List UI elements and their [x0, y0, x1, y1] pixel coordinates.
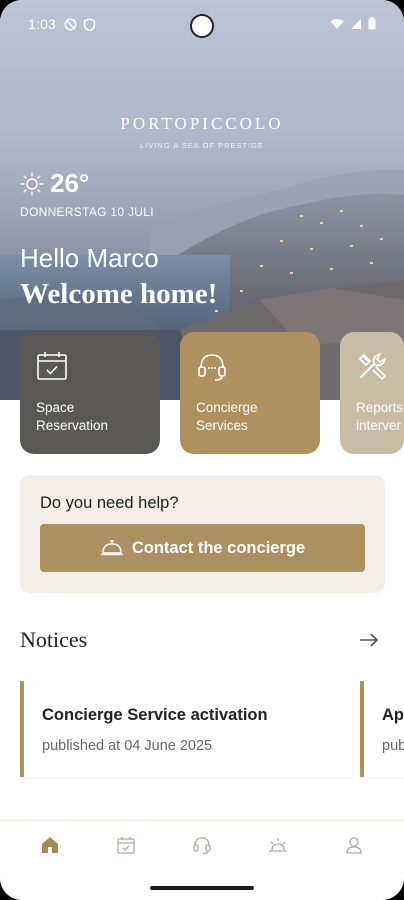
home-indicator[interactable] [150, 886, 254, 890]
card-label-line2: Reservation [36, 418, 109, 433]
shield-icon [83, 17, 96, 31]
home-icon [42, 836, 58, 853]
signal-icon [351, 18, 361, 29]
card-label-line2: Services [196, 418, 248, 433]
app-screen: 1:03 PORTOPICCOLO LIVING A SEA OF PRESTI… [0, 0, 404, 900]
calendar-check-icon [37, 352, 67, 380]
card-label-line1: Space [36, 400, 75, 415]
reports-card[interactable]: Reports interver [340, 332, 404, 454]
notice-title: Ap [382, 706, 404, 724]
camera-cutout [190, 14, 214, 38]
tools-icon [358, 352, 387, 381]
brand-logo-text: PORTOPICCOLO [120, 114, 284, 133]
contact-concierge-label: Contact the concierge [131, 538, 306, 557]
help-section: Do you need help? Contact the concierge [20, 475, 385, 593]
weather-widget: 26° [20, 168, 89, 199]
current-date: DONNERSTAG 10 JULI [20, 205, 154, 219]
profile-icon [346, 836, 362, 854]
service-cards-row: Space Reservation Concierge Services Rep… [20, 332, 404, 454]
welcome-heading: Welcome home! [20, 278, 218, 310]
wifi-icon [330, 18, 344, 29]
space-reservation-card[interactable]: Space Reservation [20, 332, 160, 454]
notices-heading: Notices [20, 627, 88, 652]
calendar-icon [117, 836, 135, 854]
nav-reservations[interactable] [106, 825, 146, 865]
notice-card[interactable]: Concierge Service activation published a… [20, 681, 352, 777]
concierge-services-card[interactable]: Concierge Services [180, 332, 320, 454]
card-label-line1: Concierge [196, 400, 258, 415]
nav-experiences[interactable] [258, 825, 298, 865]
status-time: 1:03 [28, 16, 57, 32]
service-bell-icon [100, 540, 123, 556]
dnd-icon [64, 18, 77, 30]
bottom-navigation [0, 820, 404, 868]
status-indicators [330, 17, 376, 30]
card-label-line2: interver [356, 418, 402, 433]
headset-icon [198, 354, 226, 381]
notice-date: published at 04 June 2025 [42, 738, 213, 754]
gesture-bar-area [0, 868, 404, 900]
nav-home[interactable] [30, 825, 70, 865]
battery-icon [368, 17, 376, 30]
nav-concierge[interactable] [182, 825, 222, 865]
brand-tagline: LIVING A SEA OF PRESTIGE [139, 141, 265, 150]
headset-icon [193, 836, 211, 854]
notice-card[interactable]: Ap pub [360, 681, 404, 777]
card-label-line1: Reports [356, 400, 404, 415]
greeting: Hello Marco [20, 243, 159, 273]
contact-concierge-button[interactable]: Contact the concierge [40, 524, 365, 572]
sun-icon [20, 171, 44, 196]
help-question: Do you need help? [40, 494, 179, 512]
arrow-right-icon[interactable] [357, 630, 381, 650]
notice-date: pub [382, 738, 404, 754]
nav-profile[interactable] [334, 825, 374, 865]
temperature: 26° [50, 168, 90, 198]
sunrise-icon [269, 837, 287, 852]
notice-title: Concierge Service activation [42, 706, 268, 724]
